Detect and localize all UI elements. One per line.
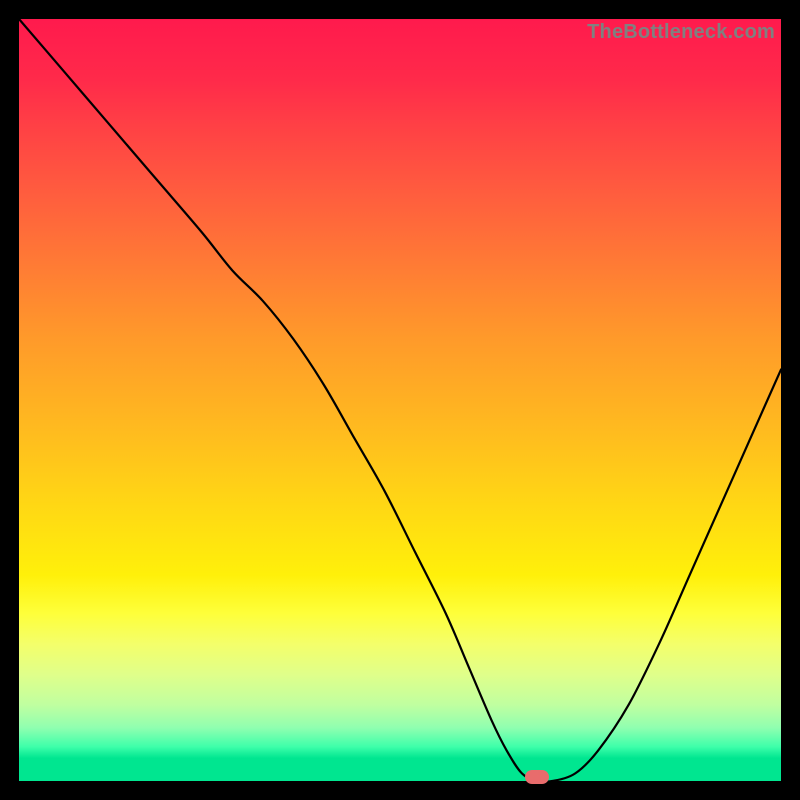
plot-area: TheBottleneck.com [19, 19, 781, 781]
bottleneck-curve [19, 19, 781, 781]
chart-frame: TheBottleneck.com [0, 0, 800, 800]
curve-layer [19, 19, 781, 781]
optimal-point-marker [525, 770, 549, 784]
